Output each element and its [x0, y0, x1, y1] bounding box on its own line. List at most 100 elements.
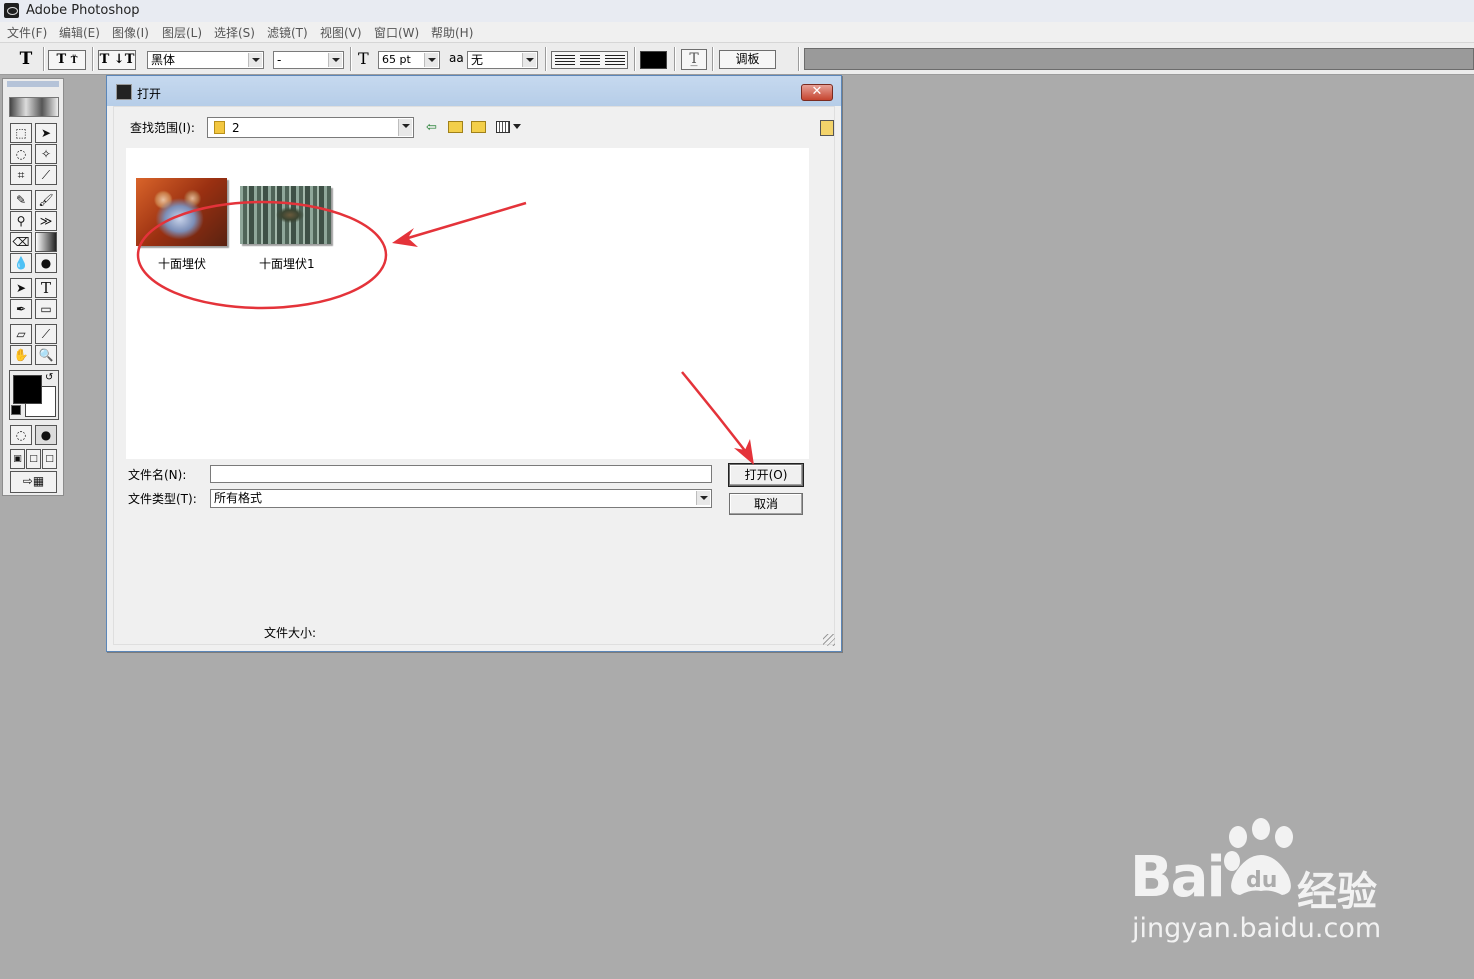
chevron-down-icon [328, 53, 342, 67]
menu-window[interactable]: 窗口(W) [374, 24, 419, 41]
path-selection-icon[interactable]: ➤ [10, 278, 32, 298]
slice-tool-icon[interactable]: ⟋ [35, 165, 57, 185]
open-button[interactable]: 打开(O) [728, 463, 804, 487]
hand-tool-icon[interactable]: ✋ [10, 345, 32, 365]
font-size-select[interactable]: 65 pt [378, 51, 440, 69]
clone-stamp-icon[interactable]: ⚲ [10, 211, 32, 231]
screen-mode-standard-icon[interactable]: ▣ [10, 449, 25, 469]
notes-tool-icon[interactable]: ▱ [10, 324, 32, 344]
file-thumbnail[interactable] [136, 178, 227, 246]
antialias-icon: aa [449, 51, 464, 65]
watermark-brand-cn: 经验 [1297, 869, 1377, 915]
dialog-titlebar[interactable]: 打开 ✕ [107, 76, 841, 106]
menu-select[interactable]: 选择(S) [214, 24, 255, 41]
menu-view[interactable]: 视图(V) [320, 24, 362, 41]
history-brush-icon[interactable]: ≫ [35, 211, 57, 231]
marquee-tool-icon[interactable]: ⬚ [10, 123, 32, 143]
file-thumbnail[interactable] [240, 186, 331, 244]
quick-mask-icon[interactable]: ● [35, 425, 57, 445]
eraser-tool-icon[interactable]: ⌫ [10, 232, 32, 252]
menu-filter[interactable]: 滤镜(T) [267, 24, 308, 41]
move-tool-icon[interactable]: ➤ [35, 123, 57, 143]
separator [350, 47, 352, 71]
paw-logo-text: du [1246, 868, 1277, 893]
align-center-icon[interactable] [580, 55, 600, 65]
font-style-select[interactable]: - [273, 51, 344, 69]
chevron-down-icon[interactable] [513, 124, 521, 129]
app-title: Adobe Photoshop [26, 3, 140, 18]
healing-brush-icon[interactable]: ✎ [10, 190, 32, 210]
separator [545, 47, 547, 71]
type-tool-icon[interactable]: T [35, 278, 57, 298]
file-list[interactable]: 十面埋伏 十面埋伏1 [126, 148, 809, 459]
dodge-tool-icon[interactable]: ● [35, 253, 57, 273]
toolbox: ⬚ ➤ ◌ ✧ ⌗ ⟋ ✎ 🖌 ⚲ ≫ ⌫ 💧 ● ➤ T ✒ ▭ ▱ ⟋ ✋ … [2, 78, 64, 496]
up-folder-icon[interactable] [448, 121, 463, 133]
menu-file[interactable]: 文件(F) [7, 24, 47, 41]
rectangle-tool-icon[interactable]: ▭ [35, 299, 57, 319]
close-button[interactable]: ✕ [801, 84, 833, 101]
text-color-swatch[interactable] [640, 51, 667, 69]
chevron-down-icon [696, 491, 710, 505]
screen-mode-full-icon[interactable]: □ [42, 449, 57, 469]
dialog-title: 打开 [137, 87, 162, 101]
font-family-value: 黑体 [151, 53, 176, 67]
antialias-select[interactable]: 无 [467, 51, 538, 69]
lasso-tool-icon[interactable]: ◌ [10, 144, 32, 164]
chevron-down-icon [424, 53, 438, 67]
swap-colors-icon[interactable]: ↺ [45, 372, 53, 383]
brush-tool-icon[interactable]: 🖌 [35, 190, 57, 210]
align-left-icon[interactable] [555, 55, 575, 65]
menu-image[interactable]: 图像(I) [112, 24, 149, 41]
filename-label: 文件名(N): [128, 468, 187, 482]
look-in-select[interactable]: 2 [207, 117, 414, 138]
horizontal-type-mask-button[interactable]: T T̈ [48, 50, 86, 70]
resize-grip-icon[interactable] [823, 634, 835, 646]
photoshop-app-icon [116, 84, 132, 100]
font-style-value: - [277, 53, 282, 67]
separator [798, 47, 800, 71]
pen-tool-icon[interactable]: ✒ [10, 299, 32, 319]
view-menu-icon[interactable] [496, 121, 510, 133]
file-name-label[interactable]: 十面埋伏 [158, 255, 206, 272]
app-titlebar: Adobe Photoshop [0, 0, 1474, 23]
separator [712, 47, 714, 71]
toolbox-header[interactable] [7, 81, 59, 87]
file-name-label[interactable]: 十面埋伏1 [259, 255, 315, 272]
standard-mode-icon[interactable]: ◌ [10, 425, 32, 445]
menu-help[interactable]: 帮助(H) [431, 24, 473, 41]
filetype-select[interactable]: 所有格式 [210, 489, 712, 508]
text-orientation-button[interactable]: T ↓T [98, 50, 136, 70]
separator [634, 47, 636, 71]
folder-icon [214, 121, 225, 134]
filename-input[interactable] [210, 465, 712, 483]
align-right-icon[interactable] [605, 55, 625, 65]
magic-wand-tool-icon[interactable]: ✧ [35, 144, 57, 164]
chevron-down-icon [522, 53, 536, 67]
eyedropper-tool-icon[interactable]: ⟋ [35, 324, 57, 344]
separator [92, 47, 94, 71]
menu-edit[interactable]: 编辑(E) [59, 24, 100, 41]
default-colors-icon[interactable] [11, 405, 21, 415]
back-icon[interactable]: ⇦ [426, 121, 437, 135]
gradient-tool-icon[interactable] [35, 232, 57, 252]
zoom-tool-icon[interactable]: 🔍 [35, 345, 57, 365]
cancel-button[interactable]: 取消 [729, 493, 803, 515]
separator [674, 47, 676, 71]
warp-text-icon[interactable]: T̲ [681, 49, 707, 70]
filetype-value: 所有格式 [214, 491, 263, 505]
jump-to-imageready-icon[interactable]: ⇨▦ [10, 471, 57, 493]
filetype-label: 文件类型(T): [128, 492, 197, 506]
blur-tool-icon[interactable]: 💧 [10, 253, 32, 273]
new-folder-icon[interactable] [471, 121, 486, 133]
separator [43, 47, 45, 71]
font-family-select[interactable]: 黑体 [147, 51, 264, 69]
preview-toggle-icon[interactable] [820, 120, 834, 136]
crop-tool-icon[interactable]: ⌗ [10, 165, 32, 185]
menu-layer[interactable]: 图层(L) [162, 24, 202, 41]
toolbox-logo[interactable] [9, 97, 59, 117]
foreground-color-swatch[interactable] [13, 375, 42, 404]
screen-mode-full-menu-icon[interactable]: □ [26, 449, 41, 469]
look-in-value: 2 [232, 121, 240, 135]
palettes-button[interactable]: 调板 [719, 50, 776, 69]
